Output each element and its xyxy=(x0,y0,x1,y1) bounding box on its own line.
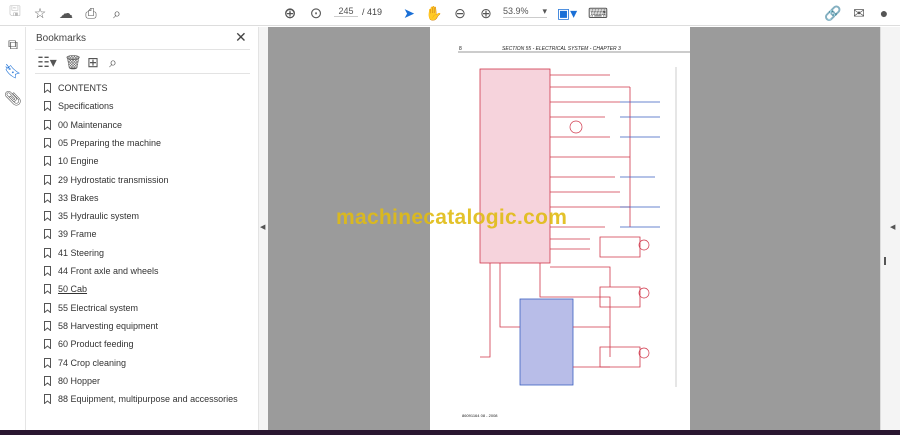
save-icon[interactable]: 🖫 xyxy=(6,3,24,22)
zoom-in-icon[interactable]: ⊕ xyxy=(477,4,495,22)
bookmark-label: 39 Frame xyxy=(58,229,97,240)
bookmark-label: 50 Cab xyxy=(58,284,88,295)
taskbar-edge xyxy=(0,430,900,435)
left-nav-strip: ⧉ 🔖︎ 📎︎ xyxy=(0,27,26,435)
bookmark-icon xyxy=(44,266,51,276)
zoom-value: 53.9% xyxy=(503,6,529,16)
bookmark-icon xyxy=(44,284,51,295)
bookmark-item[interactable]: CONTENTS xyxy=(44,80,108,96)
bookmark-item[interactable]: 39 Frame xyxy=(44,226,97,242)
bookmarks-panel-icon[interactable]: 🔖︎ xyxy=(4,62,22,80)
bookmarks-panel: Bookmarks ✕ ☷▾ 🗑︎ ⊞ ⌕ CONTENTS Specificat… xyxy=(27,27,258,435)
bookmark-item[interactable]: Specifications xyxy=(44,98,114,114)
bookmark-icon xyxy=(44,357,51,368)
bookmark-label: 41 Steering xyxy=(58,247,105,258)
options-menu-icon[interactable]: ☷▾ xyxy=(35,53,59,71)
collapse-arrow-icon[interactable]: ◀ xyxy=(260,223,265,231)
bookmark-label: Specifications xyxy=(58,101,114,112)
page-total: / 419 xyxy=(362,7,383,17)
bookmark-item[interactable]: 41 Steering xyxy=(44,245,104,261)
delete-icon[interactable]: 🗑︎ xyxy=(64,53,82,71)
find-bookmark-icon[interactable]: ⌕ xyxy=(104,53,122,71)
bookmark-label: 29 Hydrostatic transmission xyxy=(58,174,169,185)
bookmark-label: 35 Hydraulic system xyxy=(58,211,140,222)
account-icon[interactable]: ● xyxy=(875,4,893,22)
close-icon[interactable]: ✕ xyxy=(235,29,247,46)
bookmark-item[interactable]: 88 Equipment, multipurpose and accessori… xyxy=(44,391,238,407)
page-number: 8 xyxy=(459,46,462,52)
bookmark-label: 74 Crop cleaning xyxy=(58,357,127,368)
bookmark-icon xyxy=(44,83,51,93)
toolbar: 🖫 ☆ ☁ ⎙ ⌕ ⊕︎ ⊙ ⊙ 245 / 419 ➤ ✋ ⊖ ⊕ 53.9% … xyxy=(0,0,900,26)
bookmark-item[interactable]: 44 Front axle and wheels xyxy=(44,263,159,279)
bookmark-item[interactable]: 80 Hopper xyxy=(44,373,100,389)
bookmark-icon xyxy=(44,394,51,405)
bookmark-icon xyxy=(44,247,51,258)
panel-splitter[interactable]: ◀ xyxy=(258,27,268,435)
bookmark-item[interactable]: 74 Crop cleaning xyxy=(44,355,126,371)
zoom-level-select[interactable]: 53.9% ▾ xyxy=(503,6,547,18)
print-icon[interactable]: ⎙ xyxy=(82,4,100,22)
bookmark-label: 80 Hopper xyxy=(58,375,101,386)
bookmark-item[interactable]: 50 Cab xyxy=(44,281,87,297)
bookmark-label: 58 Harvesting equipment xyxy=(58,320,159,331)
page-header: SECTION 55 - ELECTRICAL SYSTEM - CHAPTER… xyxy=(502,46,621,52)
watermark: machinecatalogic.com xyxy=(336,206,568,229)
bookmark-item[interactable]: 55 Electrical system xyxy=(44,300,138,316)
bookmark-icon xyxy=(44,119,51,130)
bookmark-icon xyxy=(44,101,51,112)
bookmark-label: 88 Equipment, multipurpose and accessori… xyxy=(58,394,238,405)
divider xyxy=(35,49,250,50)
upload-cloud-icon[interactable]: ☁ xyxy=(57,4,75,22)
bookmarks-title: Bookmarks xyxy=(36,33,87,44)
bookmark-icon xyxy=(44,174,51,185)
bookmark-item[interactable]: 10 Engine xyxy=(44,153,99,169)
bookmark-icon xyxy=(44,339,51,350)
attachments-icon[interactable]: 📎︎ xyxy=(4,89,22,107)
bookmark-icon xyxy=(44,211,51,222)
bookmark-icon xyxy=(44,137,51,148)
page-footer: 86091164 08 - 2008 xyxy=(462,413,498,418)
right-scrollbar[interactable]: ◀ xyxy=(880,27,900,430)
email-icon[interactable]: ✉ xyxy=(850,4,868,22)
bookmark-icon xyxy=(44,156,51,167)
chevron-down-icon: ▾ xyxy=(542,6,547,16)
select-cursor-icon[interactable]: ➤ xyxy=(400,4,418,22)
bookmark-label: 55 Electrical system xyxy=(58,302,139,313)
zoom-out-icon[interactable]: ⊖ xyxy=(451,4,469,22)
bookmark-icon xyxy=(44,320,51,331)
new-bookmark-icon[interactable]: ⊞ xyxy=(84,53,102,71)
bookmark-label: 60 Product feeding xyxy=(58,339,134,350)
page-thumbnails-icon[interactable]: ⧉ xyxy=(4,35,22,53)
bookmark-label: 33 Brakes xyxy=(58,192,99,203)
previous-page-icon[interactable]: ⊕︎ ⊙ xyxy=(281,4,299,23)
bookmark-label: 44 Front axle and wheels xyxy=(58,266,159,276)
share-link-icon[interactable]: 🔗 xyxy=(824,4,842,22)
bookmark-item[interactable]: 00 Maintenance xyxy=(44,117,122,133)
divider xyxy=(35,73,250,74)
bookmark-icon xyxy=(44,375,51,386)
bookmark-icon xyxy=(44,229,51,240)
bookmark-label: 00 Maintenance xyxy=(58,119,123,130)
next-page-icon[interactable]: ⊙ xyxy=(307,4,325,22)
bookmark-item[interactable]: 35 Hydraulic system xyxy=(44,208,139,224)
page-number-input[interactable]: 245 xyxy=(334,6,358,17)
expand-arrow-icon[interactable]: ◀ xyxy=(890,223,895,231)
bookmark-item[interactable]: 60 Product feeding xyxy=(44,336,134,352)
search-icon[interactable]: ⌕ xyxy=(108,4,126,22)
bookmark-icon xyxy=(44,192,51,203)
bookmark-label: 05 Preparing the machine xyxy=(58,137,162,148)
bookmark-item[interactable]: 29 Hydrostatic transmission xyxy=(44,172,169,188)
bookmark-icon xyxy=(44,302,51,313)
bookmark-item[interactable]: 58 Harvesting equipment xyxy=(44,318,158,334)
bookmark-item[interactable]: 33 Brakes xyxy=(44,190,99,206)
bookmark-star-icon[interactable]: ☆ xyxy=(31,4,49,22)
bookmark-item[interactable]: 05 Preparing the machine xyxy=(44,135,161,151)
page-fit-icon[interactable]: ▣▾ xyxy=(557,4,577,22)
scroll-thumb[interactable] xyxy=(884,257,886,265)
hand-tool-icon[interactable]: ✋ xyxy=(425,4,443,22)
bookmark-label: 10 Engine xyxy=(58,156,99,167)
keyboard-scroll-icon[interactable]: ⌨ xyxy=(588,4,608,22)
bookmark-label: CONTENTS xyxy=(58,83,108,93)
